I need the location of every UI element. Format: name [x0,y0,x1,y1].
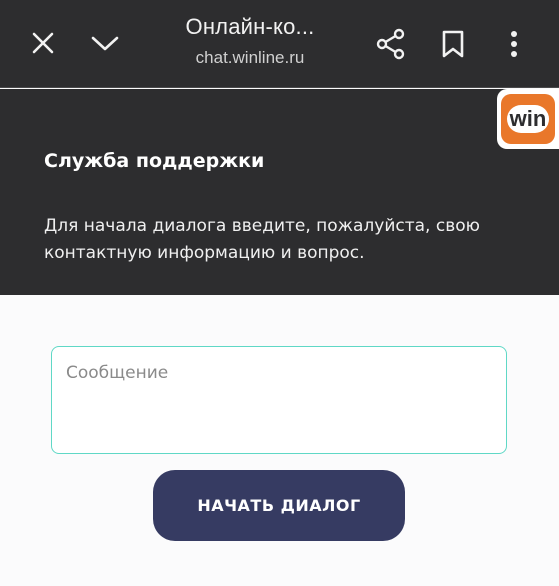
page-url: chat.winline.ru [195,48,305,67]
browser-toolbar: Онлайн-ко... chat.winline.ru [0,0,559,88]
winline-logo-text: win [506,105,550,133]
support-title: Служба поддержки [44,150,265,172]
page-title: Онлайн-ко... [185,14,315,39]
support-header: Служба поддержки Для начала диалога введ… [0,89,559,295]
winline-logo-ring: win [501,94,555,144]
close-button[interactable] [23,23,63,63]
collapse-button[interactable] [85,23,125,63]
bookmark-icon [442,30,464,58]
page-title-area[interactable]: Онлайн-ко... chat.winline.ru [150,14,350,68]
bookmark-button[interactable] [433,24,473,64]
chevron-down-icon [91,36,119,51]
more-options-button[interactable] [494,24,534,64]
share-button[interactable] [371,24,411,64]
more-vert-icon [511,31,517,57]
start-dialog-button[interactable]: НАЧАТЬ ДИАЛОГ [153,470,405,541]
share-icon [376,28,405,60]
close-icon [32,32,54,54]
winline-logo: win [497,89,559,149]
message-input[interactable] [51,346,507,454]
support-description: Для начала диалога введите, пожалуйста, … [44,216,480,263]
